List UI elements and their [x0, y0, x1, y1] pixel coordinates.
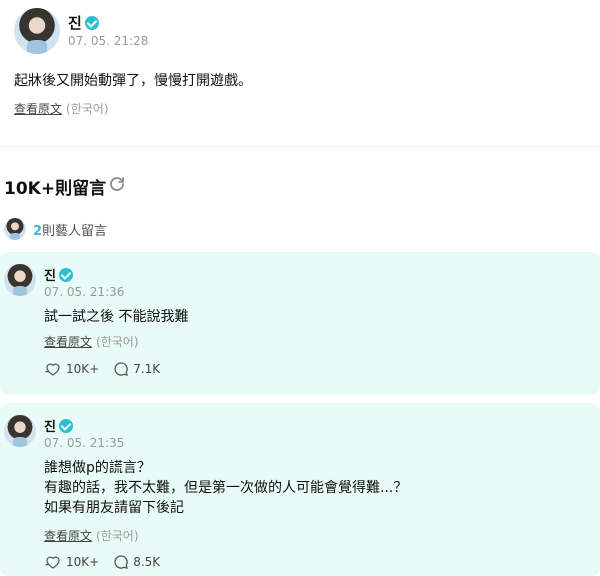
post-body: 起牀後又開始動彈了，慢慢打開遊戲。	[14, 73, 252, 89]
comment-author-name[interactable]: 진	[44, 416, 73, 435]
reply-count: 7.1K	[133, 362, 161, 376]
reply-button[interactable]: 8.5K	[113, 554, 160, 570]
verified-icon	[84, 16, 99, 30]
comment-body: 試一試之後 不能說我難	[44, 307, 188, 327]
comment-author-label: 진	[44, 420, 56, 435]
post-timestamp: 07. 05. 21:28	[68, 34, 149, 48]
comment-author-label: 진	[44, 269, 56, 284]
like-button[interactable]: 10K+	[44, 554, 99, 570]
like-button[interactable]: 10K+	[44, 361, 99, 377]
reply-icon	[114, 362, 129, 376]
source-language: (한국어)	[66, 102, 109, 116]
comment-line: 有趣的話，我不太難，但是第一次做的人可能會覺得難...？	[44, 480, 408, 496]
comments-title: 10K+則留言	[4, 179, 107, 199]
like-count: 10K+	[66, 362, 100, 376]
comment-line: 如果有朋友請留下後記	[44, 500, 184, 516]
comment-author-name[interactable]: 진	[44, 265, 73, 284]
comment-translate-row: 查看原文 (한국어)	[44, 333, 139, 350]
comment-line: 誰想做p的謊言？	[44, 460, 151, 476]
source-language: (한국어)	[96, 335, 139, 349]
refresh-icon[interactable]	[108, 175, 126, 193]
like-count: 10K+	[66, 555, 100, 569]
artist-comments-filter[interactable]: 2則藝人留言	[33, 220, 107, 239]
verified-icon	[58, 268, 73, 282]
comment-body: 誰想做p的謊言？ 有趣的話，我不太難，但是第一次做的人可能會覺得難...？ 如果…	[44, 458, 407, 518]
reply-count: 8.5K	[133, 555, 161, 569]
post-author-label: 진	[68, 14, 82, 32]
source-language: (한국어)	[96, 529, 139, 543]
artist-avatar	[4, 218, 26, 240]
like-icon	[45, 556, 60, 569]
post-translate-row: 查看原文 (한국어)	[14, 100, 109, 117]
comment-timestamp: 07. 05. 21:35	[44, 436, 125, 450]
verified-icon	[58, 419, 73, 433]
comment-translate-row: 查看原文 (한국어)	[44, 527, 139, 544]
view-original-link[interactable]: 查看原文	[44, 529, 92, 543]
comment-author-avatar[interactable]	[4, 415, 36, 447]
comment-line: 試一試之後 不能說我難	[44, 309, 189, 325]
view-original-link[interactable]: 查看原文	[44, 335, 92, 349]
artist-comment-count: 2	[33, 224, 43, 239]
comment-author-avatar[interactable]	[4, 264, 36, 296]
artist-comment-label: 則藝人留言	[42, 224, 108, 239]
view-original-link[interactable]: 查看原文	[14, 102, 62, 116]
comment-card: 진 07. 05. 21:35 誰想做p的謊言？ 有趣的話，我不太難，但是第一次…	[0, 403, 600, 576]
comment-timestamp: 07. 05. 21:36	[44, 285, 125, 299]
reply-icon	[114, 555, 129, 569]
comment-card: 진 07. 05. 21:36 試一試之後 不能說我難 查看原文 (한국어) 10…	[0, 252, 600, 395]
section-divider	[0, 146, 600, 147]
comment-actions: 10K+ 8.5K	[44, 554, 174, 570]
like-icon	[45, 363, 60, 376]
comment-actions: 10K+ 7.1K	[44, 361, 174, 377]
post-author-name[interactable]: 진	[68, 12, 99, 33]
reply-button[interactable]: 7.1K	[113, 361, 160, 377]
post-author-avatar[interactable]	[14, 8, 60, 54]
